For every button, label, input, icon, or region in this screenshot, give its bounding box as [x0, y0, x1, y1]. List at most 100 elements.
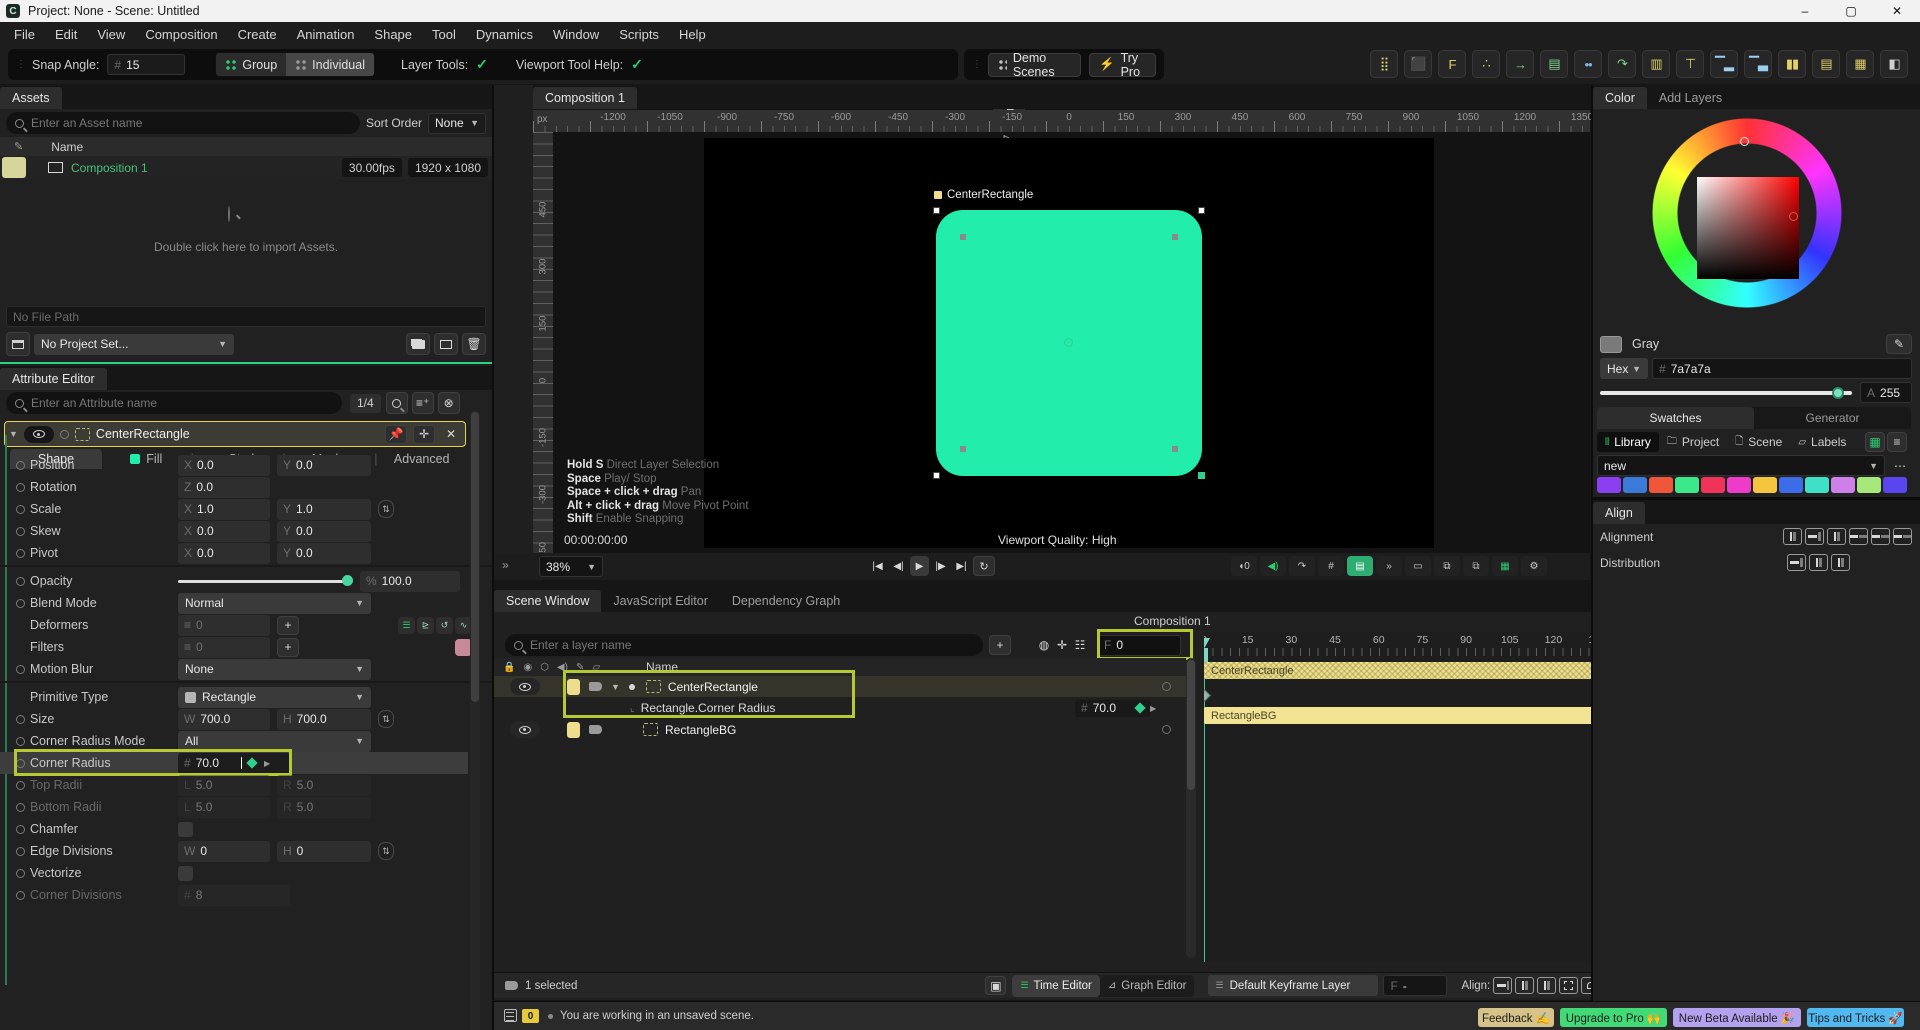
- try-pro-button[interactable]: ⚡ Try Pro: [1089, 51, 1156, 79]
- distribute-grid-button[interactable]: [1831, 554, 1850, 571]
- menu-animation[interactable]: Animation: [287, 27, 365, 42]
- value-field[interactable]: X 0.0: [178, 520, 270, 542]
- asset-search-input[interactable]: Enter an Asset name: [6, 112, 360, 134]
- selection-handle[interactable]: [1198, 207, 1205, 214]
- palette-swatch[interactable]: [1727, 477, 1751, 493]
- timeline-keyframe-diamond[interactable]: [1204, 689, 1211, 702]
- skip-end-button[interactable]: ▶|: [952, 556, 971, 576]
- two-dots-icon[interactable]: ••: [1574, 50, 1602, 78]
- visibility-toggle[interactable]: [510, 721, 540, 738]
- maximize-button[interactable]: ▢: [1828, 0, 1874, 22]
- attribute-search-input[interactable]: Enter an Attribute name: [6, 392, 342, 414]
- slider-knob[interactable]: [342, 575, 353, 586]
- status-button-2[interactable]: Upgrade to Pro 🙌: [1560, 1008, 1667, 1027]
- sort-order-dropdown[interactable]: None ▼: [428, 112, 486, 134]
- time-editor-button[interactable]: ☰ Time Editor: [1012, 974, 1100, 997]
- checker-icon[interactable]: ▦: [1492, 556, 1518, 576]
- library-tab[interactable]: ⫴ Library: [1597, 432, 1659, 452]
- selection-handle[interactable]: [933, 472, 940, 479]
- keyframe-dot-icon[interactable]: [16, 460, 25, 470]
- demo-scenes-button[interactable]: Demo Scenes: [988, 51, 1082, 79]
- menu-view[interactable]: View: [87, 27, 135, 42]
- value-field[interactable]: % 100.0: [360, 570, 460, 592]
- menu-shape[interactable]: Shape: [364, 27, 422, 42]
- current-frame-field[interactable]: F0: [1097, 634, 1181, 656]
- tab-swatches[interactable]: Swatches: [1597, 407, 1754, 429]
- frame-f-icon[interactable]: F: [1438, 50, 1466, 78]
- tab-add-layers[interactable]: Add Layers: [1647, 87, 1734, 109]
- align-left-button[interactable]: [1783, 528, 1802, 545]
- tab-assets[interactable]: Assets: [0, 87, 62, 109]
- value-field[interactable]: H 700.0: [277, 708, 371, 730]
- keyframe-dot-icon[interactable]: [16, 526, 25, 536]
- next-frame-button[interactable]: |▶: [931, 556, 950, 576]
- scrollbar-thumb[interactable]: [471, 412, 479, 702]
- tag-column-icon[interactable]: ▱: [592, 662, 600, 673]
- scene-tab[interactable]: 🗋 Scene: [1727, 434, 1790, 451]
- gear-icon[interactable]: ⚙: [1521, 556, 1547, 576]
- filter-visibility-icon[interactable]: ◍: [1035, 636, 1053, 654]
- graph-editor-button[interactable]: ⊿ Graph Editor: [1100, 975, 1195, 997]
- list-view-icon[interactable]: ≡: [1887, 432, 1907, 452]
- group-mode-button[interactable]: Group: [216, 53, 287, 76]
- add-deformers-button[interactable]: +: [277, 615, 299, 635]
- hex-mode-dropdown[interactable]: Hex ▼: [1600, 358, 1648, 379]
- pick-layer-icon[interactable]: ✛: [1053, 636, 1071, 654]
- play-button[interactable]: ▶: [910, 556, 929, 576]
- value-field[interactable]: Y 0.0: [277, 520, 371, 542]
- tag-icon[interactable]: [589, 725, 602, 734]
- keyframe-dot-icon[interactable]: [16, 846, 25, 856]
- project-set-icon[interactable]: [6, 332, 30, 356]
- palette-swatch[interactable]: [1805, 477, 1829, 493]
- tab-javascript-editor[interactable]: JavaScript Editor: [601, 590, 719, 612]
- value-field[interactable]: Y 0.0: [277, 454, 371, 476]
- add-filters-button[interactable]: +: [277, 637, 299, 657]
- value-field[interactable]: R 5.0: [277, 796, 371, 818]
- individual-mode-button[interactable]: Individual: [286, 53, 374, 76]
- status-button-3[interactable]: New Beta Available 🎉: [1673, 1008, 1801, 1027]
- link-toggle[interactable]: ⇅: [378, 500, 394, 518]
- deformer-list-icon[interactable]: ↺: [436, 616, 453, 634]
- viewport-canvas[interactable]: CenterRectangle Hold S Direct Layer Sele…: [553, 132, 1590, 580]
- radius-handle[interactable]: [1172, 234, 1178, 240]
- layout-green-icon[interactable]: ▤: [1540, 50, 1568, 78]
- menu-window[interactable]: Window: [543, 27, 609, 42]
- palette-swatch[interactable]: [1623, 477, 1647, 493]
- tab-viewport-composition[interactable]: Composition 1: [533, 87, 637, 109]
- add-filter-icon[interactable]: ≡⁺: [411, 392, 434, 414]
- expand-tools-icon[interactable]: »: [502, 558, 509, 572]
- saturation-square[interactable]: [1697, 177, 1799, 279]
- palette-swatch[interactable]: [1649, 477, 1673, 493]
- table-icon[interactable]: ▥: [1642, 50, 1670, 78]
- value-field[interactable]: R 5.0: [277, 774, 371, 796]
- keyframe-toggle[interactable]: [1162, 725, 1171, 734]
- new-window-button[interactable]: [434, 333, 458, 355]
- distribute-v-button[interactable]: [1809, 554, 1828, 571]
- scene-list-scrollbar[interactable]: [1186, 658, 1196, 958]
- labels-tab[interactable]: ▱ Labels: [1790, 435, 1854, 449]
- keyframe-dot-icon[interactable]: [16, 824, 25, 834]
- close-attributes-button[interactable]: ✕: [441, 425, 461, 444]
- loop-button[interactable]: ↻: [973, 556, 995, 576]
- link-toggle[interactable]: ⇅: [378, 842, 394, 860]
- dropper-column-icon[interactable]: ✎: [576, 662, 584, 673]
- shape-label[interactable]: CenterRectangle: [934, 189, 1033, 201]
- align-stack-icon[interactable]: ▔▃: [1744, 50, 1772, 78]
- skip-start-button[interactable]: |◀: [868, 556, 887, 576]
- scatter-icon[interactable]: ∴: [1472, 50, 1500, 78]
- clear-search-icon[interactable]: ⊗: [437, 392, 460, 414]
- skip-icon[interactable]: »: [1376, 556, 1402, 576]
- keyframe-dot-icon[interactable]: [16, 890, 25, 900]
- tab-scene-window[interactable]: Scene Window: [494, 590, 602, 612]
- align-middle-v-button[interactable]: [1871, 528, 1890, 545]
- palette-swatch[interactable]: [1597, 477, 1621, 493]
- keyframe-dot-icon[interactable]: [16, 664, 25, 674]
- open-folder-button[interactable]: [406, 333, 430, 355]
- render-column-icon[interactable]: ⬡: [540, 662, 549, 673]
- value-field[interactable]: X 0.0: [178, 454, 270, 476]
- value-field[interactable]: L 5.0: [178, 796, 270, 818]
- keyframe-dot-icon[interactable]: [16, 598, 25, 608]
- radius-handle[interactable]: [960, 446, 966, 452]
- snap-hook-icon[interactable]: ↷: [1289, 556, 1315, 576]
- layer-color-swatch[interactable]: [567, 678, 580, 695]
